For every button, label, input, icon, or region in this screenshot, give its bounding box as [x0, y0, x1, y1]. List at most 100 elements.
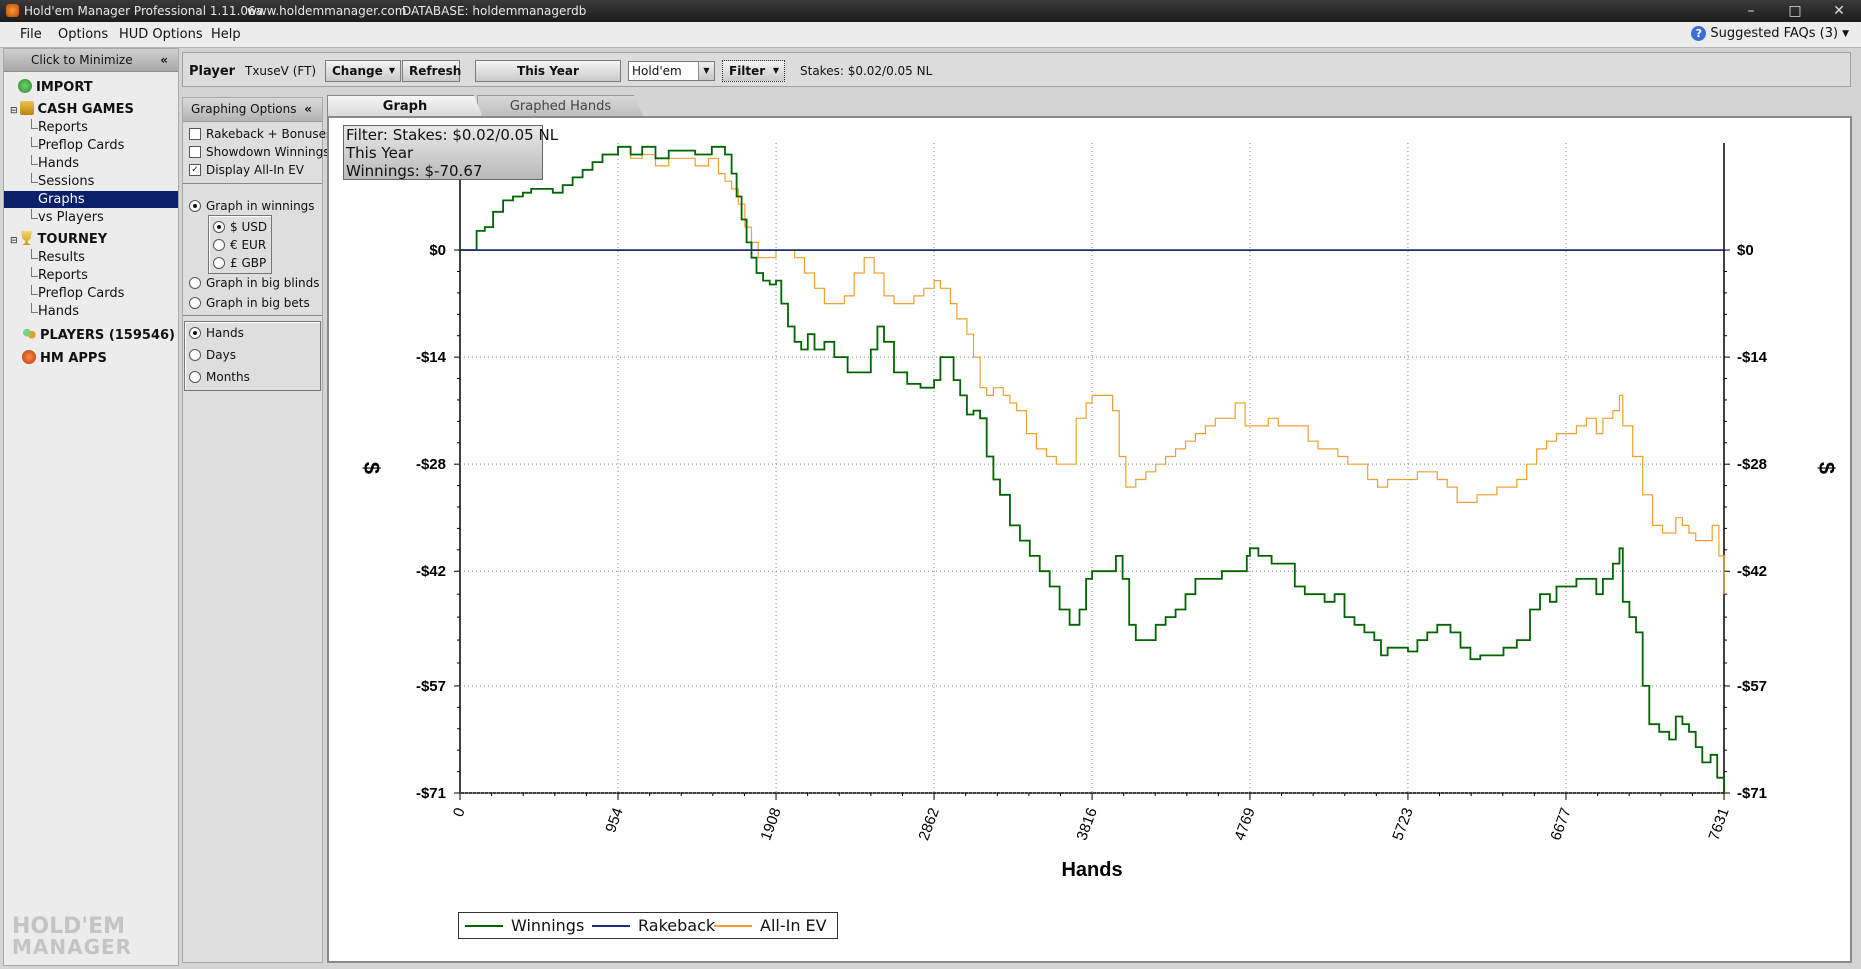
y-tick-label-right: -$71	[1737, 785, 1767, 802]
graph-panel: $0 $0 -$14 -$14 -$28 -$28 -$42 -$42 -$57 -$57 -$71…	[327, 116, 1852, 963]
legend-label-allin-ev: All-In EV	[760, 916, 827, 935]
rakeback-checkbox[interactable]: Rakeback + Bonuses	[189, 127, 332, 141]
showdown-checkbox[interactable]: Showdown Winnings	[189, 145, 330, 159]
sidebar-item-reports[interactable]: Reports	[4, 119, 178, 136]
tab-graphed-hands[interactable]: Graphed Hands	[477, 95, 644, 118]
filter-summary-line-3: Winnings: $-70.67	[346, 162, 483, 180]
menu-hud-options[interactable]: HUD Options	[119, 27, 203, 42]
axis-days-radio[interactable]: Days	[189, 348, 236, 362]
filter-summary-line-1: Filter: Stakes: $0.02/0.05 NL	[346, 126, 559, 144]
currency-eur-radio[interactable]: € EUR	[213, 238, 266, 252]
sidebar-item-graphs[interactable]: Graphs	[4, 191, 178, 208]
filter-summary-box: Filter: Stakes: $0.02/0.05 NL This Year …	[343, 125, 559, 180]
nav-tourney[interactable]: ⊟ TOURNEY	[10, 231, 107, 247]
website-link[interactable]: www.holdemmanager.com	[247, 4, 406, 18]
x-tick-label: 7631	[1705, 806, 1732, 843]
graph-in-winnings-radio[interactable]: Graph in winnings	[189, 199, 315, 213]
nav-import[interactable]: IMPORT	[18, 79, 93, 95]
nav-players[interactable]: PLAYERS (159546)	[22, 327, 175, 343]
menu-help[interactable]: Help	[211, 27, 241, 42]
graphing-options-header[interactable]: Graphing Options «	[183, 98, 322, 122]
y-tick-label-right: -$57	[1737, 678, 1767, 695]
chevron-down-icon: ▼	[772, 66, 779, 75]
sidebar-item-preflop-cards[interactable]: Preflop Cards	[4, 137, 178, 154]
allin-ev-checkbox[interactable]: ✓ Display All-In EV	[189, 163, 304, 177]
nav-cash-games[interactable]: ⊟ CASH GAMES	[10, 101, 134, 117]
chevron-down-icon: ▼	[1842, 28, 1849, 39]
change-player-button[interactable]: Change ▼	[325, 60, 401, 82]
app-logo-icon	[6, 4, 19, 17]
sidebar-item-tourney-hands[interactable]: Hands	[4, 303, 178, 320]
players-icon	[22, 327, 36, 341]
axis-hands-radio[interactable]: Hands	[189, 326, 244, 340]
filter-button[interactable]: Filter ▼	[722, 60, 785, 82]
player-toolbar: Player TxuseV (FT) Change ▼ Refresh This …	[182, 52, 1851, 87]
cash-games-icon	[19, 101, 34, 115]
x-tick-label: 0	[450, 806, 469, 820]
chevron-down-icon: ▼	[698, 62, 714, 80]
y-axis-title-left: $	[359, 462, 384, 474]
legend-swatch-rakeback	[592, 924, 630, 927]
suggested-faqs-button[interactable]: ? Suggested FAQs (3) ▼	[1691, 26, 1849, 41]
currency-gbp-label: £ GBP	[230, 256, 267, 270]
graph-in-big-blinds-label: Graph in big blinds	[206, 276, 320, 290]
graphing-options-title: Graphing Options	[191, 102, 297, 116]
rakeback-label: Rakeback + Bonuses	[206, 127, 333, 141]
x-tick-label: 2862	[915, 806, 942, 843]
graph-in-big-blinds-radio[interactable]: Graph in big blinds	[189, 276, 320, 290]
double-chevron-left-icon: «	[304, 102, 312, 116]
sidebar-item-hands[interactable]: Hands	[4, 155, 178, 172]
brand-line-2: MANAGER	[12, 935, 133, 959]
menu-file[interactable]: File	[20, 27, 42, 42]
help-icon: ?	[1691, 26, 1707, 41]
allin-ev-label: Display All-In EV	[206, 163, 305, 177]
window-title: Hold'em Manager Professional 1.11.06a	[24, 4, 264, 18]
collapse-icon: ⊟	[10, 236, 18, 246]
showdown-checkbox-box[interactable]	[189, 146, 201, 158]
close-window-icon[interactable]: ✕	[1817, 0, 1861, 22]
minimize-window-icon[interactable]: –	[1729, 0, 1773, 22]
import-icon	[18, 79, 32, 93]
y-tick-label-right: $0	[1737, 242, 1754, 259]
apps-icon	[22, 350, 36, 364]
allin-ev-checkbox-box[interactable]: ✓	[189, 164, 201, 176]
y-tick-label-left: -$28	[416, 456, 446, 473]
currency-usd-radio[interactable]: $ USD	[213, 220, 267, 234]
graph-in-winnings-label: Graph in winnings	[206, 199, 315, 213]
legend-label-rakeback: Rakeback	[638, 916, 716, 935]
game-type-select[interactable]: Hold'em ▼	[628, 61, 715, 81]
currency-gbp-radio[interactable]: £ GBP	[213, 256, 266, 270]
graph-in-big-bets-label: Graph in big bets	[206, 296, 310, 310]
game-type-value: Hold'em	[632, 64, 682, 78]
sidebar-item-tourney-preflop-cards[interactable]: Preflop Cards	[4, 285, 178, 302]
menu-options[interactable]: Options	[58, 27, 108, 42]
legend-entry-allin-ev: All-In EV	[714, 916, 827, 935]
tab-graph[interactable]: Graph	[327, 95, 483, 117]
axis-months-radio[interactable]: Months	[189, 370, 250, 384]
graphing-options-panel: Graphing Options « Rakeback + Bonuses Sh…	[182, 97, 332, 963]
minimize-sidebar-button[interactable]: Click to Minimize «	[4, 49, 178, 72]
rakeback-checkbox-box[interactable]	[189, 128, 201, 140]
stakes-text: Stakes: $0.02/0.05 NL	[800, 64, 933, 78]
sidebar-item-vs-players[interactable]: vs Players	[4, 209, 178, 226]
trophy-icon	[20, 231, 33, 245]
maximize-window-icon[interactable]: □	[1773, 0, 1817, 22]
graph-in-big-bets-radio[interactable]: Graph in big bets	[189, 296, 310, 310]
winnings-chart: $0 $0 -$14 -$14 -$28 -$28 -$42 -$42 -$57 -$57 -$71…	[359, 143, 1839, 881]
axis-days-label: Days	[206, 348, 236, 362]
sidebar-item-tourney-results[interactable]: Results	[4, 249, 178, 266]
filter-summary-line-2: This Year	[346, 144, 414, 162]
refresh-label: Refresh	[409, 64, 462, 78]
x-tick-label: 4769	[1231, 806, 1258, 843]
refresh-button[interactable]: Refresh	[402, 60, 462, 82]
sidebar-item-tourney-reports[interactable]: Reports	[4, 267, 178, 284]
y-tick-label-left: -$42	[416, 563, 446, 580]
sidebar-item-sessions[interactable]: Sessions	[4, 173, 178, 190]
axis-hands-label: Hands	[206, 326, 244, 340]
minimize-label: Click to Minimize	[31, 53, 133, 67]
y-tick-label-right: -$28	[1737, 456, 1767, 473]
period-button[interactable]: This Year	[475, 60, 621, 82]
nav-hm-apps[interactable]: HM APPS	[22, 350, 107, 366]
legend-entry-rakeback: Rakeback	[592, 916, 715, 935]
y-axis-title-right: $	[1814, 462, 1839, 474]
